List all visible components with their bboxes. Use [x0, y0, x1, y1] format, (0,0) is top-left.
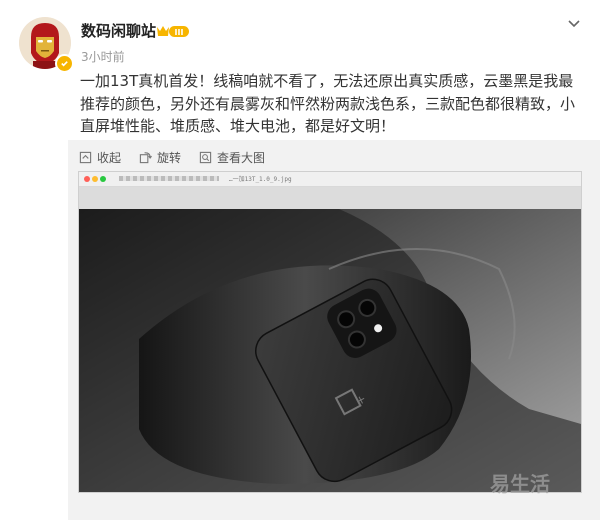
rotate-icon [139, 152, 152, 164]
collapse-button[interactable]: 收起 [79, 149, 121, 166]
maximize-dot-icon [100, 176, 106, 182]
view-large-button[interactable]: 查看大图 [199, 149, 265, 166]
phone-photo: + [79, 209, 581, 492]
chevron-down-icon[interactable] [566, 16, 582, 32]
image-toolbar: 收起 旋转 查看大图 [79, 149, 265, 166]
minimize-dot-icon [92, 176, 98, 182]
rotate-button[interactable]: 旋转 [139, 149, 181, 166]
collapse-icon [79, 151, 92, 164]
username[interactable]: 数码闲聊站 [81, 20, 156, 41]
badge-level-text: III [175, 28, 184, 37]
watermark: 易生活 [490, 472, 550, 496]
post-image[interactable]: …一加13T_1.0_9.jpg + [79, 172, 581, 492]
crown-badge-icon: III [157, 26, 189, 37]
view-large-label: 查看大图 [217, 151, 266, 165]
image-viewer-titlebar: …一加13T_1.0_9.jpg [79, 172, 581, 187]
blurred-path [119, 176, 219, 181]
post-time[interactable]: 3小时前 [81, 48, 125, 65]
zoom-in-icon [199, 151, 212, 164]
rotate-label: 旋转 [157, 151, 182, 165]
post-text: 一加13T真机首发！线稿咱就不看了，无法还原出真实质感，云墨黑是我最推荐的颜色，… [80, 72, 576, 135]
collapse-label: 收起 [97, 151, 122, 165]
viewer-filename: …一加13T_1.0_9.jpg [229, 176, 292, 183]
weibo-post: 数码闲聊站 III 3小时前 一加13T真机首发！线稿咱就不看了，无法还原出真实… [0, 0, 600, 520]
viewer-toolbar-strip [79, 187, 581, 209]
level-badge[interactable]: III [155, 23, 191, 39]
verified-badge-icon [55, 54, 74, 73]
close-dot-icon [84, 176, 90, 182]
